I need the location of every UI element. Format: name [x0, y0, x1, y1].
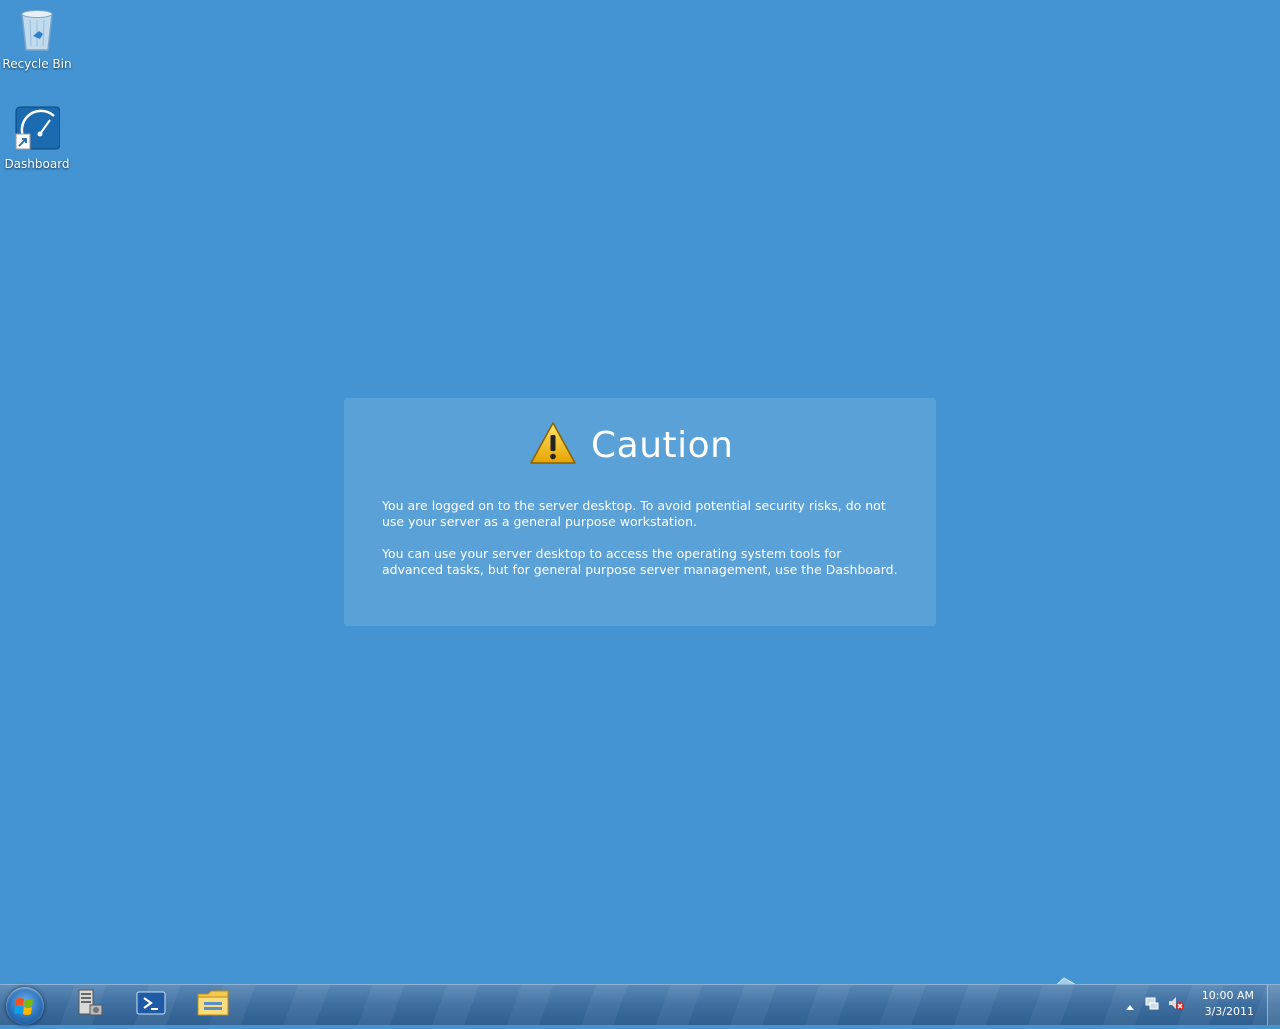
taskbar-clock[interactable]: 10:00 AM 3/3/2011 — [1202, 988, 1254, 1020]
start-button[interactable] — [6, 987, 44, 1025]
taskbar: 10:00 AM 3/3/2011 — [0, 984, 1280, 1025]
taskbar-server-manager[interactable] — [62, 987, 116, 1023]
recycle-bin-label: Recycle Bin — [2, 57, 72, 71]
caution-title: Caution — [591, 424, 734, 466]
windows-logo-icon — [6, 998, 44, 1029]
server-manager-icon — [73, 987, 105, 1023]
dashboard-icon — [0, 106, 74, 155]
desktop-icon-dashboard[interactable]: Dashboard — [0, 106, 74, 171]
caution-panel: Caution You are logged on to the server … — [344, 398, 936, 626]
show-hidden-icons-icon[interactable] — [1120, 996, 1140, 1015]
show-desktop-button[interactable] — [1267, 985, 1280, 1025]
clock-time: 10:00 AM — [1201, 989, 1254, 1002]
dashboard-label: Dashboard — [4, 157, 70, 171]
recycle-bin-icon — [0, 6, 74, 55]
clock-date: 3/3/2011 — [1204, 1005, 1254, 1018]
network-icon[interactable] — [1140, 995, 1164, 1015]
desktop-icon-recycle-bin[interactable]: Recycle Bin — [0, 6, 74, 71]
caution-paragraph-2: You can use your server desktop to acces… — [382, 546, 898, 577]
folder-icon — [196, 988, 230, 1022]
taskbar-powershell[interactable] — [124, 987, 178, 1023]
volume-muted-icon[interactable] — [1164, 995, 1188, 1015]
caution-paragraph-1: You are logged on to the server desktop.… — [382, 498, 886, 529]
powershell-icon — [136, 990, 166, 1020]
caution-body: You are logged on to the server desktop.… — [382, 498, 902, 594]
notification-area — [1120, 985, 1188, 1025]
warning-icon — [529, 421, 577, 469]
taskbar-file-explorer[interactable] — [186, 987, 240, 1023]
caution-heading: Caution — [529, 420, 733, 470]
